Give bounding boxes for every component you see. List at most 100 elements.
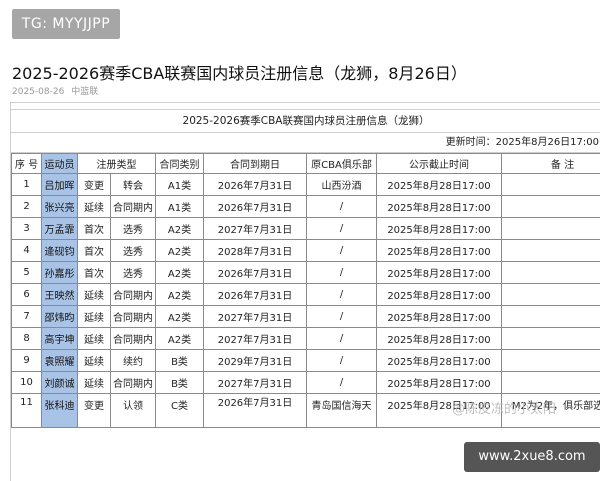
header-notice-deadline: 公示截止时间 [377,154,502,174]
cell-player: 刘颜诚 [42,372,78,394]
cell-contract-class: A2类 [156,306,204,328]
cell-player: 张兴亮 [42,196,78,218]
cell-notice-deadline: 2025年8月28日17:00 [377,372,502,394]
update-time: 更新时间：2025年8月26日17:00 [11,132,600,153]
cell-player: 高宇坤 [42,328,78,350]
cell-remarks [502,350,600,372]
cell-remarks [502,196,600,218]
cell-expiry: 2027年7月31日 [204,218,307,240]
cell-expiry: 2027年7月31日 [204,306,307,328]
table-row: 8 高宇坤 延续 合同期内 A2类 2027年7月31日 / 2025年8月28… [12,328,600,350]
header-player: 运动员 [42,154,78,174]
table-row: 1 吕加晖 变更 转会 A1类 2026年7月31日 山西汾酒 2025年8月2… [12,174,600,196]
cell-expiry: 2028年7月31日 [204,240,307,262]
table-row: 10 刘颜诚 延续 合同期内 B类 2027年7月31日 / 2025年8月28… [12,372,600,394]
cell-reg-type: 首次 [78,218,111,240]
cell-former-club: / [307,328,377,350]
cell-remarks [502,218,600,240]
cell-reg-type: 变更 [78,394,111,428]
cell-remarks [502,174,600,196]
header-contract-class: 合同类别 [156,154,204,174]
registration-table: 序 号 运动员 注册类型 合同类别 合同到期日 原CBA俱乐部 公示截止时间 备… [11,153,600,428]
table-row: 3 万孟霏 首次 选秀 A2类 2027年7月31日 / 2025年8月28日1… [12,218,600,240]
article-meta: 2025-08-26 中篮联 [12,84,98,97]
tg-badge: TG: MYYJJPP [12,9,120,39]
cell-expiry: 2029年7月31日 [204,350,307,372]
author-watermark: @陈皮冻的小太阳 [452,398,556,417]
article-date: 2025-08-26 [12,87,64,97]
cell-reg-type: 首次 [78,262,111,284]
cell-seq: 10 [12,372,42,394]
cell-contract-class: A2类 [156,328,204,350]
cell-reg-subtype: 选秀 [111,218,156,240]
cell-notice-deadline: 2025年8月28日17:00 [377,350,502,372]
cell-former-club: / [307,218,377,240]
cell-notice-deadline: 2025年8月28日17:00 [377,306,502,328]
cell-former-club: / [307,350,377,372]
cell-expiry: 2027年7月31日 [204,372,307,394]
header-former-club: 原CBA俱乐部 [307,154,377,174]
article-source[interactable]: 中篮联 [71,87,98,97]
cell-notice-deadline: 2025年8月28日17:00 [377,262,502,284]
site-watermark-badge: www.2xue8.com [464,442,600,472]
cell-seq: 7 [12,306,42,328]
cell-former-club: / [307,196,377,218]
cell-reg-subtype: 合同期内 [111,372,156,394]
header-seq: 序 号 [12,154,42,174]
cell-reg-subtype: 合同期内 [111,284,156,306]
cell-notice-deadline: 2025年8月28日17:00 [377,218,502,240]
cell-seq: 4 [12,240,42,262]
cell-former-club: 山西汾酒 [307,174,377,196]
document-image: 2025-2026赛季CBA联赛国内球员注册信息（龙狮） 更新时间：2025年8… [10,102,600,481]
cell-player: 万孟霏 [42,218,78,240]
cell-expiry: 2026年7月31日 [204,196,307,218]
table-row: 2 张兴亮 延续 合同期内 A1类 2026年7月31日 / 2025年8月28… [12,196,600,218]
cell-reg-type: 延续 [78,306,111,328]
cell-reg-subtype: 续约 [111,350,156,372]
cell-contract-class: A1类 [156,196,204,218]
cell-former-club: / [307,262,377,284]
cell-seq: 8 [12,328,42,350]
cell-expiry-text: 2026年7月31日 [204,397,306,410]
cell-reg-type: 变更 [78,174,111,196]
cell-expiry: 2026年7月31日 [204,284,307,306]
cell-player: 邵炜昀 [42,306,78,328]
cell-former-club: 青岛国信海天 [307,394,377,428]
cell-seq: 1 [12,174,42,196]
cell-reg-type: 延续 [78,196,111,218]
cell-remarks [502,306,600,328]
cell-contract-class: B类 [156,350,204,372]
cell-contract-class: A2类 [156,284,204,306]
table-row: 4 逄砚钧 首次 选秀 A2类 2028年7月31日 / 2025年8月28日1… [12,240,600,262]
table-row: 5 孙嘉彤 首次 选秀 A2类 2026年7月31日 / 2025年8月28日1… [12,262,600,284]
cell-contract-class: A2类 [156,240,204,262]
cell-contract-class: A2类 [156,262,204,284]
cell-contract-class: A2类 [156,218,204,240]
table-title: 2025-2026赛季CBA联赛国内球员注册信息（龙狮） [11,109,600,133]
header-expiry: 合同到期日 [204,154,307,174]
cell-contract-class: C类 [156,394,204,428]
cell-reg-type: 首次 [78,240,111,262]
cell-notice-deadline: 2025年8月28日17:00 [377,328,502,350]
cell-reg-subtype: 认领 [111,394,156,428]
cell-remarks [502,284,600,306]
cell-expiry: 2026年7月31日 [204,174,307,196]
cell-reg-type: 延续 [78,284,111,306]
table-row: 6 王映然 延续 合同期内 A2类 2026年7月31日 / 2025年8月28… [12,284,600,306]
article-title: 2025-2026赛季CBA联赛国内球员注册信息（龙狮，8月26日） [12,60,467,84]
header-reg-type: 注册类型 [78,154,156,174]
table-row: 9 袁照耀 延续 续约 B类 2029年7月31日 / 2025年8月28日17… [12,350,600,372]
cell-notice-deadline: 2025年8月28日17:00 [377,174,502,196]
cell-seq: 2 [12,196,42,218]
cell-remarks [502,262,600,284]
cell-expiry: 2027年7月31日 [204,328,307,350]
cell-former-club: / [307,284,377,306]
cell-player: 张科迪 [42,394,78,428]
cell-reg-subtype: 合同期内 [111,306,156,328]
cell-reg-type: 延续 [78,372,111,394]
cell-seq: 11 [12,394,42,428]
header-remarks: 备 注 [502,154,600,174]
table-row: 7 邵炜昀 延续 合同期内 A2类 2027年7月31日 / 2025年8月28… [12,306,600,328]
cell-expiry: 2026年7月31日 [204,262,307,284]
cell-seq: 5 [12,262,42,284]
